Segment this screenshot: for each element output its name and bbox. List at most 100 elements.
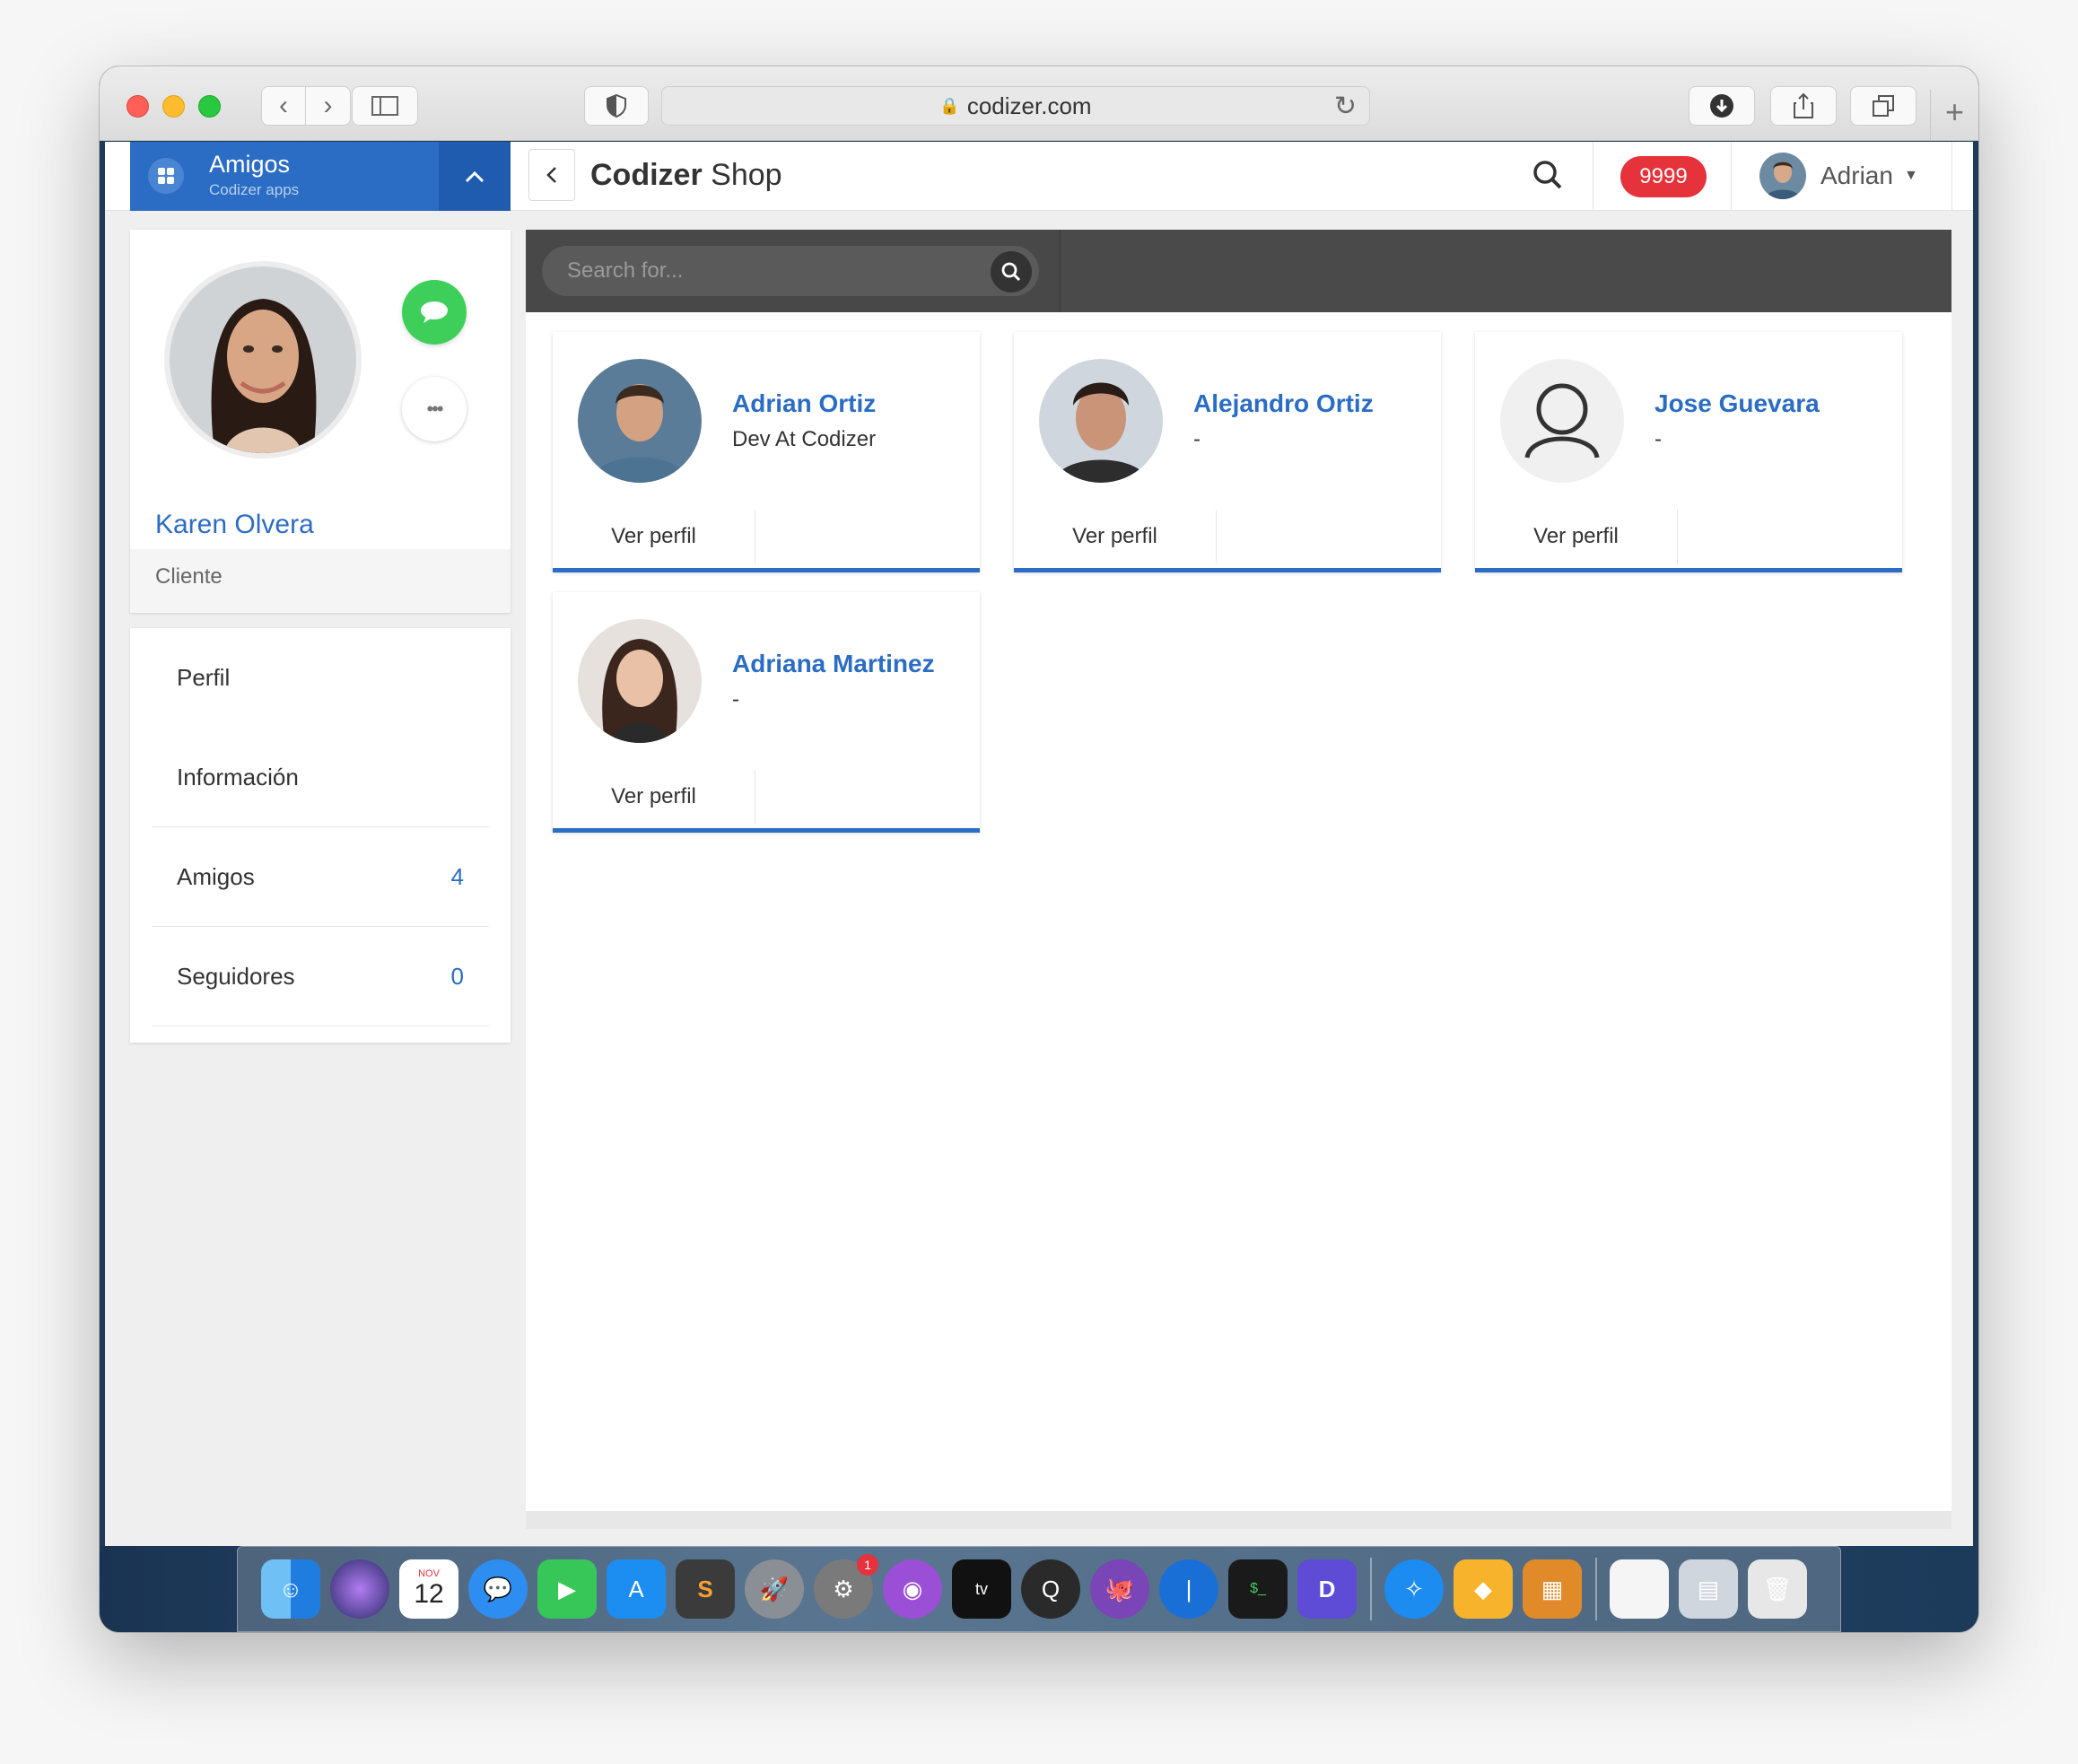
dash-icon[interactable]: D [1297,1559,1357,1619]
calendar-month: NOV [418,1568,440,1579]
friend-subtitle: Dev At Codizer [732,427,877,451]
terminal-icon[interactable]: $_ [1228,1559,1288,1619]
friend-name[interactable]: Adriana Martinez [732,650,935,678]
sketch-icon[interactable]: ◆ [1454,1559,1513,1619]
web-app: Amigos Codizer apps Codizer Shop 9999 Ad… [105,142,1973,1546]
github-icon[interactable]: 🐙 [1090,1559,1149,1619]
friends-panel: Adrian Ortiz Dev At Codizer Ver perfil A… [526,230,1951,1511]
launchpad-icon[interactable]: 🚀 [745,1559,804,1619]
privacy-shield-icon[interactable] [584,86,649,126]
menu-item-label: Seguidores [177,962,295,990]
search-icon[interactable] [1532,160,1563,197]
history-nav: ‹ › [261,86,351,126]
preview-icon[interactable]: ▦ [1523,1559,1582,1619]
url-text: codizer.com [966,92,1092,119]
document-icon[interactable] [1610,1559,1669,1619]
topbar-divider [1951,142,1952,211]
profile-role: Cliente [130,549,511,613]
reload-icon[interactable]: ↻ [1334,91,1357,122]
menu-item-count: 4 [450,862,464,890]
new-tab-button[interactable]: + [1930,90,1978,141]
profile-menu: Perfil Información Amigos 4 Seguidores 0 [130,628,511,1043]
friend-card: Adriana Martinez - Ver perfil [553,592,980,833]
messages-icon[interactable]: 💬 [468,1559,528,1619]
browser-window: ‹ › 🔒 codizer.com ↻ + Amigos Codizer app… [100,66,1978,1632]
more-options-icon[interactable]: ••• [402,377,467,441]
browser-back-icon[interactable]: ‹ [261,86,306,126]
page-title-bold: Codizer [590,158,703,192]
app-store-icon[interactable]: A [607,1559,666,1619]
lock-icon: 🔒 [939,96,960,115]
view-profile-link[interactable]: Ver perfil [553,510,755,563]
friend-card: Alejandro Ortiz - Ver perfil [1014,332,1441,572]
zoom-window-button[interactable] [198,95,221,118]
user-name: Adrian [1820,162,1893,189]
calendar-day: 12 [414,1579,444,1609]
close-window-button[interactable] [127,95,149,118]
profile-name[interactable]: Karen Olvera [155,510,314,540]
dock-separator [1595,1558,1597,1620]
profile-avatar [164,261,362,458]
default-user-icon[interactable] [1500,359,1624,483]
podcasts-icon[interactable]: ◉ [883,1559,942,1619]
system-preferences-icon[interactable]: ⚙ 1 [814,1554,878,1619]
apps-grid-icon [148,158,184,194]
friend-name[interactable]: Jose Guevara [1655,389,1820,418]
horizontal-scrollbar[interactable] [526,1511,1951,1529]
profile-card: ••• Karen Olvera Cliente [130,230,511,613]
siri-icon[interactable] [330,1559,389,1619]
menu-item-perfil[interactable]: Perfil [152,628,489,728]
friend-avatar[interactable] [1039,359,1163,483]
notifications-badge[interactable]: 9999 [1620,156,1707,197]
tabs-overview-icon[interactable] [1850,86,1916,126]
user-avatar [1759,153,1806,199]
search-input[interactable] [542,246,1039,296]
view-profile-link[interactable]: Ver perfil [553,770,755,824]
menu-item-amigos[interactable]: Amigos 4 [152,827,489,927]
sublime-text-icon[interactable]: S [676,1559,735,1619]
page-title: Codizer Shop [590,158,782,193]
finder-icon[interactable]: ☺ [261,1559,320,1619]
app-subtitle: Codizer apps [209,181,300,198]
friend-name[interactable]: Adrian Ortiz [732,389,876,418]
friend-subtitle: - [732,687,739,712]
trash-icon[interactable]: 🗑 [1748,1559,1807,1619]
friend-name[interactable]: Alejandro Ortiz [1193,389,1374,418]
minimize-window-button[interactable] [162,95,185,118]
downloads-icon[interactable] [1689,86,1755,126]
chat-bubble-icon[interactable] [402,280,467,345]
menu-item-informacion[interactable]: Información [152,728,489,827]
share-icon[interactable] [1770,86,1837,126]
dock-separator [1370,1558,1372,1620]
page-title-rest: Shop [711,158,782,192]
facetime-icon[interactable]: ▶ [537,1559,597,1619]
view-profile-link[interactable]: Ver perfil [1475,510,1678,563]
friend-card: Jose Guevara - Ver perfil [1475,332,1902,572]
sidebar-toggle-icon[interactable] [352,86,418,126]
address-bar[interactable]: 🔒 codizer.com ↻ [661,86,1370,126]
apple-tv-icon[interactable]: tv [952,1559,1011,1619]
apps-switcher[interactable]: Amigos Codizer apps [130,142,511,211]
back-button[interactable] [528,149,575,201]
quicktime-icon[interactable]: Q [1021,1559,1080,1619]
search-box [526,230,1061,312]
safari-icon[interactable]: ✧ [1384,1559,1444,1619]
friend-avatar[interactable] [578,619,702,743]
view-profile-link[interactable]: Ver perfil [1014,510,1217,563]
1password-icon[interactable]: | [1159,1559,1218,1619]
browser-forward-icon[interactable]: › [306,86,351,126]
calendar-icon[interactable]: NOV 12 [399,1559,458,1619]
app-name: Amigos [209,151,291,178]
macos-dock: ☺ NOV 12 💬 ▶ A S 🚀 ⚙ 1 ◉ tv Q 🐙 | $_ D ✧… [237,1546,1841,1632]
user-menu[interactable]: Adrian ▼ [1759,153,1918,199]
app-topbar: Amigos Codizer apps Codizer Shop 9999 Ad… [105,142,1973,211]
menu-item-count: 0 [450,962,464,990]
search-icon[interactable] [991,251,1032,293]
menu-item-seguidores[interactable]: Seguidores 0 [152,927,489,1026]
friend-avatar[interactable] [578,359,702,483]
menu-item-label: Perfil [177,664,231,691]
apple-tv-label: tv [974,1579,988,1598]
friend-card: Adrian Ortiz Dev At Codizer Ver perfil [553,332,980,572]
downloads-folder-icon[interactable]: ▤ [1679,1559,1738,1619]
chevron-up-icon[interactable] [439,142,511,211]
